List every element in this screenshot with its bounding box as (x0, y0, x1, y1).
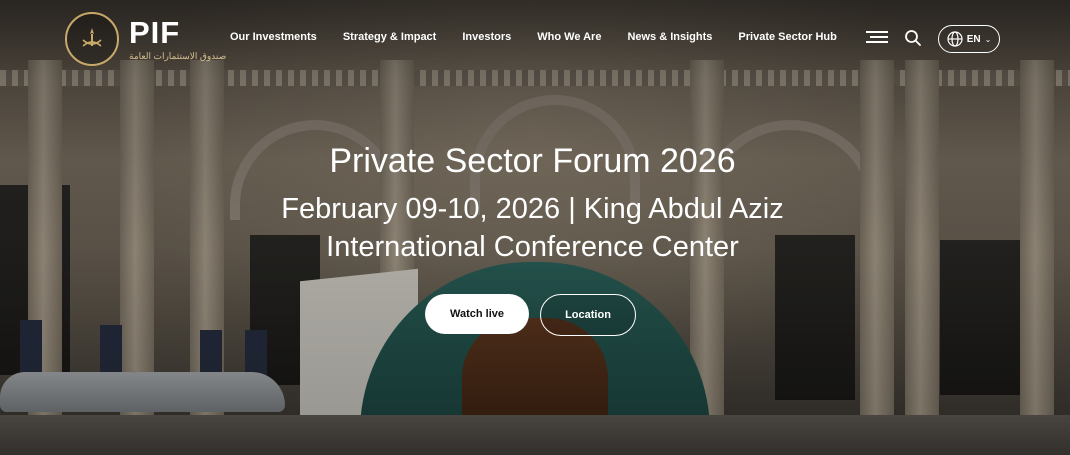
language-label: EN (966, 33, 981, 45)
hero-subtitle: February 09-10, 2026 | King Abdul Aziz I… (0, 190, 1065, 266)
search-icon[interactable] (904, 29, 922, 47)
nav-private-sector-hub[interactable]: Private Sector Hub (738, 31, 836, 43)
location-button[interactable]: Location (540, 294, 636, 336)
hero-title: Private Sector Forum 2026 (329, 142, 736, 180)
chevron-down-icon: ⌄ (984, 34, 992, 44)
globe-icon (947, 31, 963, 47)
language-selector[interactable]: EN ⌄ (938, 25, 1000, 53)
nav-strategy-impact[interactable]: Strategy & Impact (343, 31, 437, 43)
nav-our-investments[interactable]: Our Investments (230, 31, 317, 43)
hero-subtitle-line-1: February 09-10, 2026 | King Abdul Aziz (281, 193, 784, 225)
nav-who-we-are[interactable]: Who We Are (537, 31, 601, 43)
hero-actions: Watch live Location (425, 294, 636, 336)
emblem-icon (65, 12, 119, 66)
logo-wordmark: PIF (129, 14, 181, 50)
main-navigation: Our Investments Strategy & Impact Invest… (230, 31, 837, 43)
pif-logo[interactable]: PIF صندوق الاستثمارات العامة (65, 12, 226, 66)
hamburger-icon[interactable] (866, 31, 888, 45)
nav-news-insights[interactable]: News & Insights (627, 31, 712, 43)
hero-subtitle-line-2: International Conference Center (326, 231, 739, 263)
watch-live-button[interactable]: Watch live (425, 294, 529, 334)
logo-arabic-subtitle: صندوق الاستثمارات العامة (129, 50, 227, 61)
site-header: PIF صندوق الاستثمارات العامة Our Investm… (0, 0, 1070, 78)
nav-investors[interactable]: Investors (462, 31, 511, 43)
